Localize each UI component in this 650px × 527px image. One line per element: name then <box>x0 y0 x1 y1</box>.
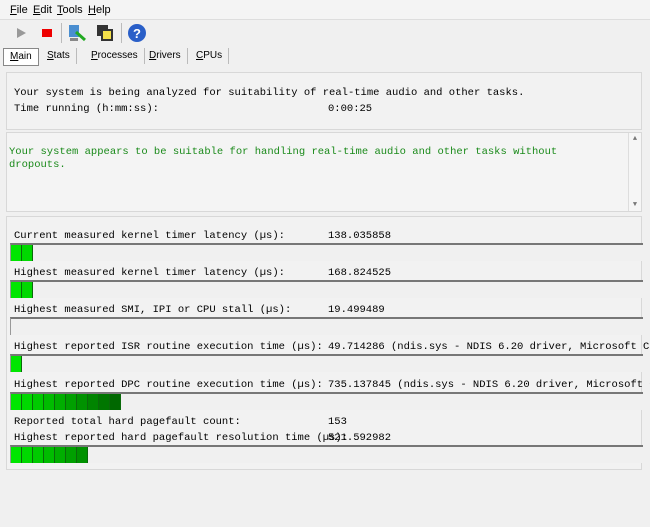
metric-progress-bar <box>10 392 643 410</box>
stop-icon <box>42 29 52 37</box>
tab-drivers[interactable]: Drivers <box>143 48 188 64</box>
metric-label: Highest measured SMI, IPI or CPU stall (… <box>14 304 292 316</box>
metric-label: Highest reported DPC routine execution t… <box>14 379 323 391</box>
progress-block <box>55 447 66 463</box>
progress-block <box>66 394 77 410</box>
analyze-icon <box>69 25 86 42</box>
progress-block <box>44 447 55 463</box>
menu-tools[interactable]: Tools <box>57 4 83 16</box>
start-button[interactable] <box>10 22 32 44</box>
metric-value: 49.714286 (ndis.sys - NDIS 6.20 driver, … <box>328 341 650 353</box>
tab-processes[interactable]: Processes <box>85 48 145 64</box>
metric-progress-bar <box>10 280 643 298</box>
progress-block <box>11 447 22 463</box>
metric-progress-bar <box>10 243 643 261</box>
analyze-button[interactable] <box>66 22 88 44</box>
progress-block <box>11 282 22 298</box>
progress-block <box>66 447 77 463</box>
progress-block <box>11 356 22 372</box>
menu-help[interactable]: Help <box>88 4 111 16</box>
metric-label: Highest measured kernel timer latency (µ… <box>14 267 285 279</box>
progress-block <box>33 447 44 463</box>
verdict-panel: Your system appears to be suitable for h… <box>6 132 642 212</box>
tab-bar: Main Stats Processes Drivers CPUs <box>0 46 650 66</box>
metric-value: 521.592982 <box>328 432 392 444</box>
metric-value: 735.137845 (ndis.sys - NDIS 6.20 driver,… <box>328 379 650 391</box>
progress-block <box>22 394 33 410</box>
verdict-text: Your system appears to be suitable for h… <box>9 146 558 158</box>
tab-cpus[interactable]: CPUs <box>190 48 230 64</box>
time-running-label: Time running (h:mm:ss): <box>14 103 159 115</box>
tab-main[interactable]: Main <box>3 48 39 66</box>
progress-block <box>77 394 88 410</box>
metric-label: Highest reported hard pagefault resoluti… <box>14 432 348 444</box>
metric-label: Highest reported ISR routine execution t… <box>14 341 323 353</box>
metric-value: 138.035858 <box>328 230 392 242</box>
status-panel: Your system is being analyzed for suitab… <box>6 72 642 130</box>
stop-button[interactable] <box>36 22 58 44</box>
metric-label: Current measured kernel timer latency (µ… <box>14 230 285 242</box>
menu-bar: File Edit Tools Help <box>0 0 650 20</box>
progress-block <box>99 394 110 410</box>
progress-block <box>55 394 66 410</box>
progress-block <box>11 245 22 261</box>
progress-block <box>22 245 33 261</box>
verdict-text-2: dropouts. <box>9 159 66 171</box>
menu-file[interactable]: File <box>10 4 28 16</box>
progress-block <box>77 447 88 463</box>
metric-value: 19.499489 <box>328 304 385 316</box>
svg-text:?: ? <box>133 26 141 41</box>
help-icon: ? <box>128 24 146 42</box>
progress-block <box>88 394 99 410</box>
windows-icon <box>97 25 113 41</box>
metric-progress-bar <box>10 445 643 463</box>
help-button[interactable]: ? <box>126 22 148 44</box>
metric-value: 153 <box>328 416 347 428</box>
progress-block <box>22 282 33 298</box>
progress-block <box>44 394 55 410</box>
time-running-value: 0:00:25 <box>328 103 373 115</box>
play-icon <box>17 28 26 38</box>
status-text: Your system is being analyzed for suitab… <box>14 87 525 99</box>
progress-block <box>33 394 44 410</box>
metric-value: 168.824525 <box>328 267 392 279</box>
progress-block <box>110 394 121 410</box>
metric-progress-bar <box>10 317 643 335</box>
progress-block <box>22 447 33 463</box>
menu-edit[interactable]: Edit <box>33 4 52 16</box>
tab-stats[interactable]: Stats <box>41 48 77 64</box>
metric-progress-bar <box>10 354 643 372</box>
toolbar: ? <box>0 21 650 45</box>
metric-label: Reported total hard pagefault count: <box>14 416 241 428</box>
metrics-panel: Current measured kernel timer latency (µ… <box>6 216 650 470</box>
windows-button[interactable] <box>94 22 116 44</box>
progress-block <box>11 394 22 410</box>
verdict-scrollbar[interactable]: ▲ ▼ <box>628 133 641 211</box>
